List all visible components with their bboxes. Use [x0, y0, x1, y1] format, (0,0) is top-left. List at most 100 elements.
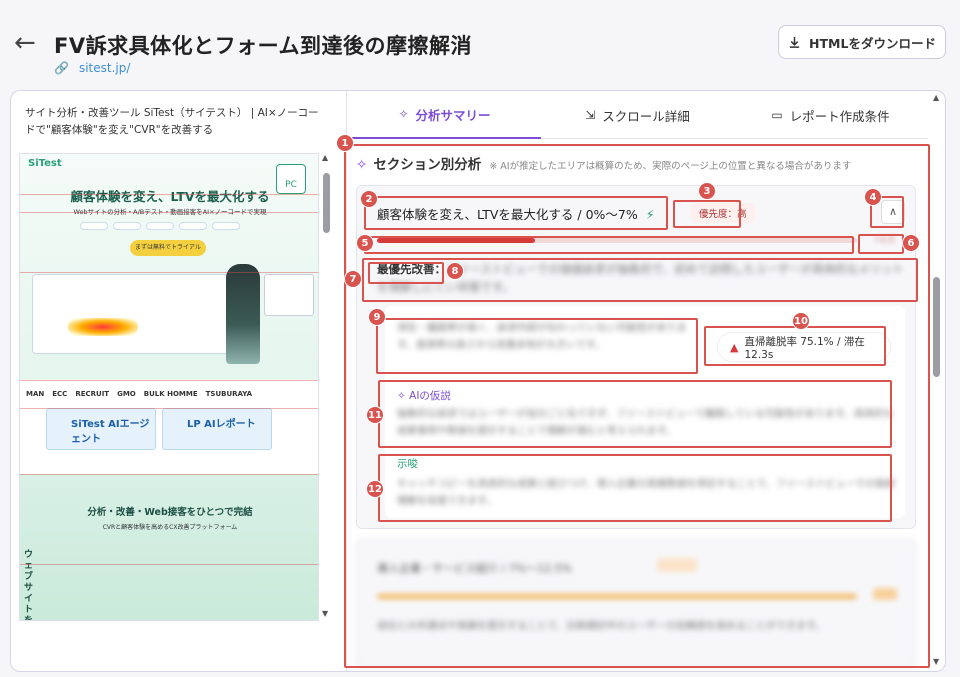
- client-logo: MAN: [26, 390, 45, 398]
- annotation-number: 7: [344, 270, 362, 288]
- tab-report-conditions[interactable]: ▭ レポート作成条件: [734, 91, 927, 139]
- back-arrow-icon[interactable]: ←: [14, 30, 36, 56]
- section-divider: [20, 474, 318, 475]
- metric-badge-text: 直帰離脱率 75.1% / 滞在 12.3s: [744, 335, 865, 361]
- report-frame: サイト分析・改善ツール SiTest（サイテスト） | AI×ノーコードで"顧客…: [10, 90, 946, 672]
- preview-headline: 顧客体験を変え、LTVを最大化する: [70, 189, 270, 204]
- section-card: 導入企業・サービス紹介 / 7%〜12.5% 自社との共通点や実績を提示すること…: [356, 539, 916, 669]
- insight-box: 滞在・離脱率が高く、訴求内容が伝わっていない可能性があります。直帰率の高さから改…: [385, 306, 905, 518]
- card-title-text: 顧客体験を変え、LTVを最大化する / 0%〜7%: [377, 207, 638, 222]
- preview-logo: SiTest: [28, 158, 62, 169]
- page-header: ← FV訴求具体化とフォーム到達後の摩擦解消 🔗 sitest.jp/ HTMLを…: [0, 0, 960, 88]
- score-bar: [377, 238, 857, 243]
- section-divider: [20, 380, 318, 381]
- section-title: ✧ セクション別分析: [356, 153, 481, 173]
- collapse-chevron-icon[interactable]: ∧: [881, 200, 905, 224]
- card-body: 自社との共通点や実績を提示することで、比較検討中のユーザーの信頼感を高めることが…: [377, 621, 825, 632]
- annotation-number: 2: [360, 190, 378, 208]
- site-link[interactable]: 🔗 sitest.jp/: [54, 61, 130, 75]
- client-logo: RECRUIT: [75, 390, 110, 398]
- hypothesis-label-text: AIの仮説: [409, 390, 451, 402]
- preview-section2-sub: CVRと顧客体験を高めるCX改善プラットフォーム: [102, 524, 238, 531]
- tab-label: 分析サマリー: [415, 107, 491, 123]
- section-card: 顧客体験を変え、LTVを最大化する / 0%〜7% ⚡ 優先度：高 ∧ 78点 最…: [356, 185, 916, 529]
- preview-logo-strip: MAN ECC RECRUIT GMO BULK HOMME TSUBURAYA: [20, 380, 318, 408]
- analysis-scrollbar[interactable]: ▲ ▼: [930, 91, 944, 671]
- section-note: ※ AIが推定したエリアは概算のため、実際のページ上の位置と異なる場合があります: [489, 161, 852, 172]
- metric-description: 滞在・離脱率が高く、訴求内容が伝わっていない可能性があります。直帰率の高さから改…: [397, 323, 687, 351]
- scroll-up-icon[interactable]: ▲: [933, 93, 939, 102]
- page-preview[interactable]: SiTest PC 顧客体験を変え、LTVを最大化する Webサイトの分析・A/…: [19, 153, 319, 621]
- metric-badge: ▲ 直帰離脱率 75.1% / 滞在 12.3s: [717, 332, 891, 362]
- sparkle-icon: ✧: [397, 390, 410, 402]
- tab-scroll-detail[interactable]: ⇲ スクロール詳細: [541, 91, 734, 139]
- card-title[interactable]: 顧客体験を変え、LTVを最大化する / 0%〜7% ⚡: [377, 204, 655, 223]
- suggestion-text: キャッチコピーを具体的な成果と結びつけ、導入企業の実績数値を併記することで、ファ…: [397, 479, 895, 507]
- annotation-number: 8: [446, 262, 464, 280]
- scroll-down-icon[interactable]: ▼: [933, 657, 939, 666]
- section-analysis: ✧ セクション別分析 ※ AIが推定したエリアは概算のため、実際のページ上の位置と…: [348, 141, 928, 671]
- preview-hero: SiTest PC 顧客体験を変え、LTVを最大化する Webサイトの分析・A/…: [20, 154, 318, 379]
- sparkle-icon: ✧: [398, 107, 409, 121]
- magic-wand-icon[interactable]: ⚡: [646, 207, 655, 222]
- client-logo: TSUBURAYA: [205, 390, 253, 398]
- download-label: HTMLをダウンロード: [809, 35, 936, 51]
- scroll-down-icon[interactable]: ▼: [322, 609, 328, 618]
- preview-character-image: [226, 264, 260, 364]
- preview-vertical-text: ウェブサイトを: [24, 550, 34, 621]
- heatmap-blob: [68, 318, 138, 336]
- site-url[interactable]: sitest.jp/: [79, 61, 130, 75]
- download-icon: [789, 36, 800, 48]
- preview-subline: Webサイトの分析・A/Bテスト・動画接客をAI×ノーコードで実現: [73, 208, 267, 216]
- scroll-up-icon[interactable]: ▲: [322, 153, 328, 162]
- analysis-panel: ✧ 分析サマリー ⇲ スクロール詳細 ▭ レポート作成条件 ✧ セクション別分析 …: [348, 91, 945, 671]
- tab-summary[interactable]: ✧ 分析サマリー: [348, 91, 541, 139]
- tab-label: スクロール詳細: [602, 108, 690, 124]
- preview-banner: SiTest AIエージェント: [46, 408, 156, 450]
- preview-banner: LP AIレポート: [162, 408, 272, 450]
- annotation-number: 12: [366, 480, 384, 498]
- score-value: [873, 588, 897, 600]
- client-logo: BULK HOMME: [143, 390, 198, 398]
- preview-side-card: [264, 274, 314, 316]
- annotation-number: 4: [864, 188, 882, 206]
- preview-chips: [80, 222, 240, 230]
- top-priority-label: 最優先改善：: [377, 262, 446, 276]
- warning-icon: ▲: [730, 340, 739, 354]
- preview-scrollbar[interactable]: ▲ ▼: [321, 153, 333, 621]
- page-preview-panel: サイト分析・改善ツール SiTest（サイテスト） | AI×ノーコードで"顧客…: [11, 91, 347, 671]
- annotation-number: 9: [368, 308, 386, 326]
- card-title[interactable]: 導入企業・サービス紹介 / 7%〜12.5%: [377, 560, 572, 576]
- analysis-scroll-thumb[interactable]: [933, 277, 940, 377]
- preview-scroll-thumb[interactable]: [323, 173, 330, 233]
- annotation-number: 10: [792, 312, 810, 330]
- tab-label: レポート作成条件: [789, 108, 890, 124]
- preview-section2: 分析・改善・Web接客をひとつで完結 CVRと顧客体験を高めるCX改善プラットフ…: [20, 474, 318, 621]
- section-title-text: セクション別分析: [373, 157, 482, 173]
- annotation-number: 11: [366, 406, 384, 424]
- preview-banners: SiTest AIエージェント LP AIレポート: [20, 408, 318, 474]
- section-divider: [20, 564, 318, 565]
- score-bar-fill: [377, 238, 536, 243]
- score-bar: [377, 594, 857, 599]
- preview-dashboard-image: [32, 274, 228, 354]
- annotation-number: 5: [356, 234, 374, 252]
- preview-section2-title: 分析・改善・Web接客をひとつで完結: [87, 507, 253, 518]
- section-header: ✧ セクション別分析 ※ AIが推定したエリアは概算のため、実際のページ上の位置と…: [356, 153, 851, 173]
- section-divider: [20, 272, 318, 273]
- sparkle-icon: ✧: [356, 157, 368, 173]
- ai-hypothesis-label: ✧ AIの仮説: [397, 388, 451, 403]
- priority-badge: [657, 558, 697, 572]
- priority-badge: 優先度：高: [691, 203, 755, 223]
- page-title: FV訴求具体化とフォーム到達後の摩擦解消: [54, 34, 472, 58]
- section-divider: [20, 194, 318, 195]
- ai-hypothesis-text: 抽象的な訴求ではユーザーが自分ごと化できず、ファーストビューで離脱している可能性…: [397, 409, 894, 437]
- preview-page-title: サイト分析・改善ツール SiTest（サイテスト） | AI×ノーコードで"顧客…: [25, 107, 319, 136]
- client-logo: GMO: [117, 390, 136, 398]
- score-value: 78点: [873, 235, 896, 246]
- clipboard-icon: ▭: [771, 108, 783, 122]
- section-divider: [20, 212, 318, 213]
- annotation-number: 1: [336, 134, 354, 152]
- annotation-number: 6: [902, 234, 920, 252]
- download-html-button[interactable]: HTMLをダウンロード: [778, 25, 946, 59]
